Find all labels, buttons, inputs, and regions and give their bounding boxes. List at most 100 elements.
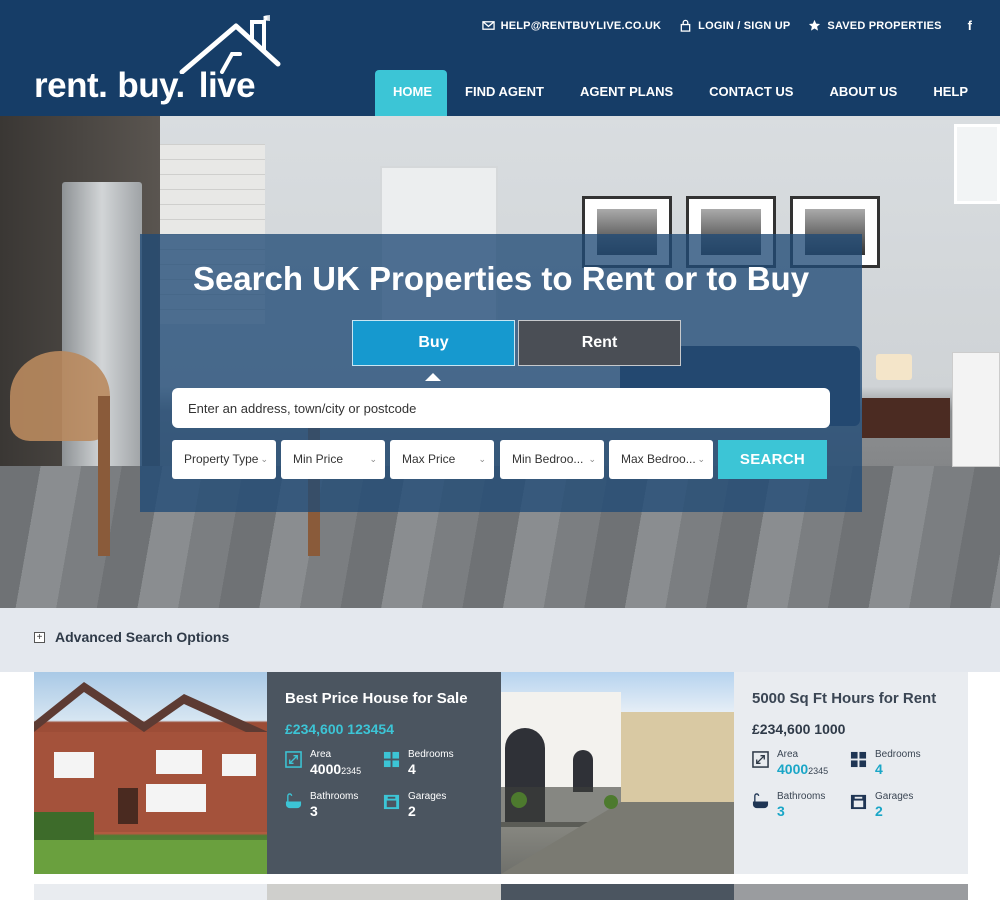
listing-title[interactable]: 5000 Sq Ft Hours for Rent (752, 690, 950, 707)
saved-text: SAVED PROPERTIES (827, 19, 942, 32)
search-button[interactable]: SEARCH (718, 440, 827, 479)
spec-garages-label: Garages (408, 791, 447, 802)
facebook-icon[interactable]: f (968, 18, 972, 33)
property-type-select[interactable]: Property Type ⌄ (172, 440, 276, 479)
advanced-search-toggle[interactable]: + Advanced Search Options (34, 629, 229, 645)
main-nav: HOME FIND AGENT AGENT PLANS CONTACT US A… (375, 70, 968, 116)
spec-bedrooms-value: 4 (875, 761, 883, 777)
nav-about-us[interactable]: ABOUT US (811, 70, 915, 116)
listing-row-peek (734, 884, 968, 900)
spec-bedrooms-label: Bedrooms (875, 749, 921, 760)
spec-area-value: 4000 (777, 761, 809, 777)
spec-area: Area 40002345 (752, 749, 850, 779)
chevron-down-icon: ⌄ (697, 454, 705, 464)
saved-properties-link[interactable]: SAVED PROPERTIES (808, 19, 941, 32)
listing-card[interactable]: Best Price House for Sale £234,600 12345… (267, 672, 501, 874)
bathtub-icon (285, 793, 302, 809)
listing-specs: Area 40002345 Bedrooms 4 Bathrooms 3 Gar… (285, 749, 483, 819)
tab-rent[interactable]: Rent (518, 320, 681, 366)
spec-area-suffix: 2345 (808, 766, 829, 776)
listing-title[interactable]: Best Price House for Sale (285, 690, 483, 707)
max-bedrooms-value: Max Bedroo... (621, 452, 696, 466)
chevron-down-icon: ⌄ (369, 454, 377, 464)
nav-agent-plans[interactable]: AGENT PLANS (562, 70, 691, 116)
listing-specs: Area 40002345 Bedrooms 4 Bathrooms 3 Gar… (752, 749, 950, 819)
hero-background-window (954, 124, 1000, 204)
envelope-icon (481, 21, 495, 30)
garage-icon (850, 794, 867, 810)
area-icon (752, 751, 769, 768)
min-price-value: Min Price (293, 452, 344, 466)
listing-row-peek (267, 884, 501, 900)
hero-background-dresser (952, 352, 1000, 467)
spec-area-value: 4000 (310, 761, 342, 777)
spec-garages-value: 2 (408, 803, 416, 819)
lock-icon (680, 19, 691, 32)
max-price-value: Max Price (402, 452, 456, 466)
spec-bedrooms: Bedrooms 4 (850, 749, 948, 779)
chevron-down-icon: ⌄ (260, 454, 268, 464)
area-icon (285, 751, 302, 768)
spec-bedrooms-label: Bedrooms (408, 749, 454, 760)
spec-area-label: Area (777, 749, 799, 760)
listing-price: £234,600 1000 (752, 721, 846, 737)
spec-garages: Garages 2 (850, 791, 948, 819)
hero-background-sidetable (862, 398, 950, 438)
house-logo-icon (179, 15, 281, 74)
listing-row-peek (501, 884, 735, 900)
spec-bathrooms: Bathrooms 3 (285, 791, 383, 819)
max-bedrooms-select[interactable]: Max Bedroo... ⌄ (609, 440, 713, 479)
address-search-input[interactable] (172, 388, 830, 428)
hero-background-table-leg (98, 396, 110, 556)
site-logo[interactable]: rent. buy. live (34, 14, 284, 106)
tab-buy[interactable]: Buy (352, 320, 515, 381)
listing-card[interactable]: 5000 Sq Ft Hours for Rent £234,600 1000 … (734, 672, 968, 874)
bedroom-icon (383, 751, 400, 768)
spec-area-suffix: 2345 (341, 766, 362, 776)
house-photo-illustration (34, 682, 268, 874)
logo-buy: buy. (117, 66, 185, 105)
nav-home[interactable]: HOME (375, 70, 448, 116)
spec-bedrooms: Bedrooms 4 (383, 749, 481, 779)
chevron-down-icon: ⌄ (478, 454, 486, 464)
login-link[interactable]: LOGIN / SIGN UP (679, 19, 790, 32)
min-bedrooms-select[interactable]: Min Bedroo... ⌄ (500, 440, 604, 479)
spec-bathrooms-label: Bathrooms (777, 791, 826, 802)
hero-background-chair (10, 351, 110, 441)
search-title: Search UK Properties to Rent or to Buy (192, 260, 810, 297)
garage-icon (383, 794, 400, 810)
plus-icon: + (34, 631, 45, 643)
hero-banner: Search UK Properties to Rent or to Buy B… (0, 116, 1000, 608)
listing-photo[interactable] (34, 672, 268, 874)
spec-garages: Garages 2 (383, 791, 481, 819)
email-link[interactable]: HELP@RENTBUYLIVE.CO.UK (481, 19, 662, 32)
logo-wordmark: rent. buy. live (34, 66, 256, 106)
spec-bathrooms-label: Bathrooms (310, 791, 359, 802)
min-price-select[interactable]: Min Price ⌄ (281, 440, 385, 479)
nav-help[interactable]: HELP (915, 70, 968, 116)
spec-garages-value: 2 (875, 803, 883, 819)
nav-find-agent[interactable]: FIND AGENT (447, 70, 562, 116)
bathtub-icon (752, 793, 769, 809)
logo-rent: rent. (34, 66, 108, 105)
login-text: LOGIN / SIGN UP (698, 19, 791, 32)
spec-bedrooms-value: 4 (408, 761, 416, 777)
min-bedrooms-value: Min Bedroo... (512, 452, 584, 466)
mews-photo-illustration (501, 692, 735, 874)
spec-bathrooms: Bathrooms 3 (752, 791, 850, 819)
spec-garages-label: Garages (875, 791, 914, 802)
top-links: HELP@RENTBUYLIVE.CO.UK LOGIN / SIGN UP S… (481, 18, 972, 33)
spec-area-label: Area (310, 749, 332, 760)
spec-bathrooms-value: 3 (777, 803, 785, 819)
listing-row-peek (34, 884, 268, 900)
property-type-value: Property Type (184, 452, 259, 466)
spec-area: Area 40002345 (285, 749, 383, 779)
logo-live: live (198, 66, 256, 105)
listing-photo[interactable] (501, 672, 735, 874)
advanced-search-bar: + Advanced Search Options (0, 608, 1000, 672)
max-price-select[interactable]: Max Price ⌄ (390, 440, 494, 479)
property-search-panel: Search UK Properties to Rent or to Buy B… (140, 234, 862, 512)
nav-contact-us[interactable]: CONTACT US (691, 70, 811, 116)
bedroom-icon (850, 751, 867, 768)
advanced-search-label: Advanced Search Options (55, 629, 230, 645)
